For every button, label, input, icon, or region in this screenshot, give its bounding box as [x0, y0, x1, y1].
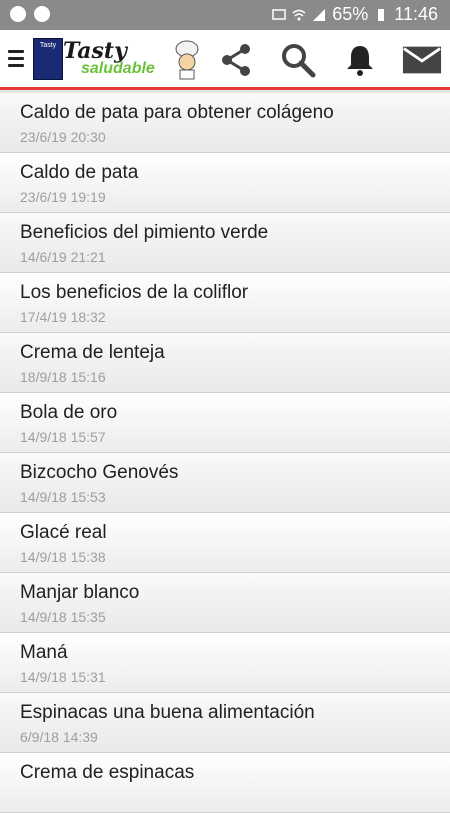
cast-icon	[272, 8, 286, 20]
messages-button[interactable]	[402, 40, 442, 80]
status-bar: 65% 11:46	[0, 0, 450, 30]
list-item[interactable]: Caldo de pata 23/6/19 19:19	[0, 153, 450, 213]
item-date: 14/9/18 15:57	[20, 429, 106, 445]
battery-icon	[378, 8, 385, 21]
item-date: 14/6/19 21:21	[20, 249, 106, 265]
book-icon: Tasty	[33, 38, 63, 80]
clock-time: 11:46	[394, 4, 438, 24]
signal-icon	[313, 8, 326, 21]
item-date: 23/6/19 20:30	[20, 129, 106, 145]
item-date: 14/9/18 15:31	[20, 669, 106, 685]
item-title: Crema de espinacas	[20, 762, 195, 783]
notification-icon	[10, 6, 26, 22]
list-item[interactable]: Caldo de pata para obtener colágeno 23/6/…	[0, 93, 450, 153]
battery-level: 65%	[332, 4, 369, 24]
list-item[interactable]: Beneficios del pimiento verde 14/6/19 21:…	[0, 213, 450, 273]
app-logo: Tasty Tasty saludable	[33, 38, 203, 84]
share-button[interactable]	[216, 40, 256, 80]
wifi-icon	[292, 9, 306, 20]
list-item[interactable]: Crema de espinacas	[0, 753, 450, 813]
share-icon	[222, 44, 250, 76]
item-title: Caldo de pata	[20, 162, 139, 183]
search-icon	[282, 44, 316, 78]
notifications-button[interactable]	[340, 40, 380, 80]
item-date: 14/9/18 15:53	[20, 489, 106, 505]
list-item[interactable]: Glacé real 14/9/18 15:38	[0, 513, 450, 573]
item-title: Bola de oro	[20, 402, 118, 423]
item-title: Beneficios del pimiento verde	[20, 222, 269, 243]
item-date: 14/9/18 15:35	[20, 609, 106, 625]
list-item[interactable]: Maná 14/9/18 15:31	[0, 633, 450, 693]
item-date: 18/9/18 15:16	[20, 369, 106, 385]
bell-icon	[347, 46, 373, 76]
list-item[interactable]: Crema de lenteja 18/9/18 15:16	[0, 333, 450, 393]
book-text: Tasty	[39, 42, 57, 49]
list-item[interactable]: Bola de oro 14/9/18 15:57	[0, 393, 450, 453]
item-date: 14/9/18 15:38	[20, 549, 106, 565]
item-date: 17/4/19 18:32	[20, 309, 106, 325]
list-item[interactable]: Manjar blanco 14/9/18 15:35	[0, 573, 450, 633]
item-date: 6/9/18 14:39	[20, 729, 98, 745]
mail-icon	[402, 46, 442, 74]
app-bar: Tasty Tasty saludable	[0, 30, 450, 90]
item-title: Caldo de pata para obtener colágeno	[20, 102, 334, 123]
item-date: 23/6/19 19:19	[20, 189, 106, 205]
list-item[interactable]: Los beneficios de la coliflor 17/4/19 18:…	[0, 273, 450, 333]
logo-sub-text: saludable	[81, 60, 155, 77]
search-button[interactable]	[278, 40, 318, 80]
item-title: Crema de lenteja	[20, 342, 165, 363]
notification-icon	[34, 6, 50, 22]
item-title: Bizcocho Genovés	[20, 462, 179, 483]
list-item[interactable]: Bizcocho Genovés 14/9/18 15:53	[0, 453, 450, 513]
hamburger-menu-icon[interactable]	[8, 50, 24, 68]
item-title: Espinacas una buena alimentación	[20, 702, 315, 723]
item-title: Manjar blanco	[20, 582, 140, 603]
item-title: Maná	[20, 642, 68, 663]
item-title: Glacé real	[20, 522, 107, 543]
article-list: Caldo de pata para obtener colágeno 23/6/…	[0, 93, 450, 813]
item-title: Los beneficios de la coliflor	[20, 282, 249, 303]
list-item[interactable]: Espinacas una buena alimentación 6/9/18 1…	[0, 693, 450, 753]
chef-icon	[175, 40, 199, 80]
